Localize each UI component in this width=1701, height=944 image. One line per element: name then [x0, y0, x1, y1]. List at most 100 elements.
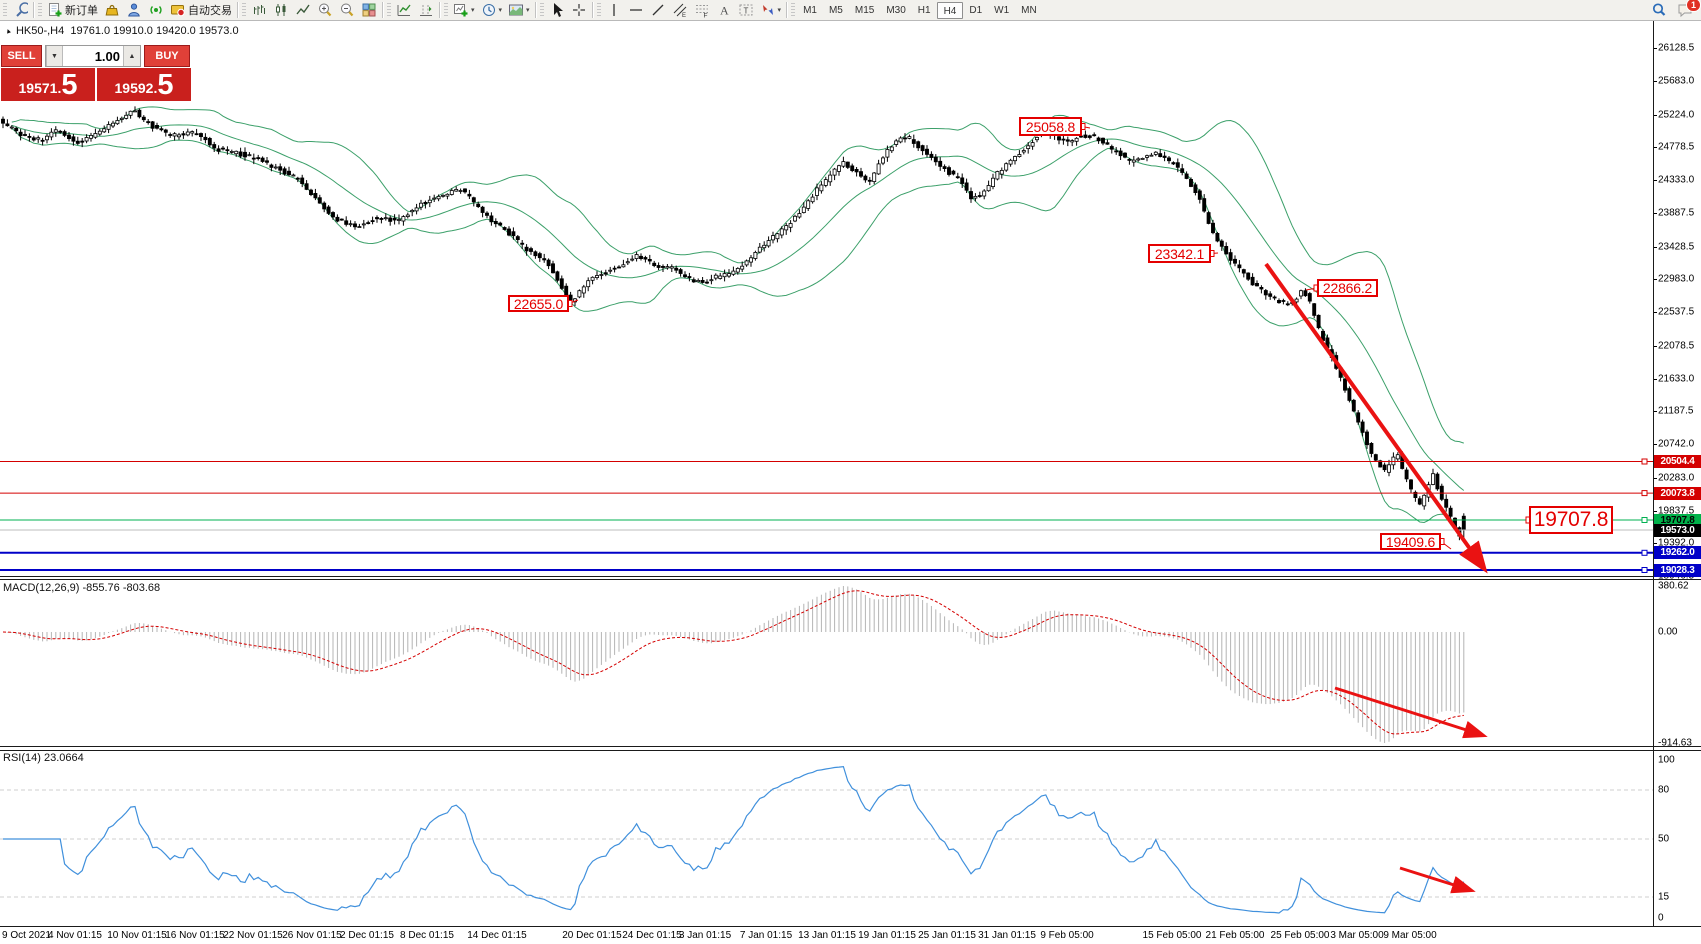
rsi-pane[interactable]	[0, 751, 1653, 926]
pane-splitter[interactable]	[0, 746, 1701, 747]
macd-pane[interactable]	[0, 580, 1653, 746]
buy-button[interactable]: BUY	[144, 45, 190, 67]
equidistant-channel-button[interactable]: E	[669, 1, 691, 20]
sell-price[interactable]: 19571. 5	[1, 68, 95, 101]
toolbar-separator	[535, 2, 536, 18]
search-button[interactable]	[1648, 1, 1670, 20]
profiles-button[interactable]: ▾	[478, 1, 506, 20]
price-axis-label: 25224.0	[1658, 109, 1694, 120]
rsi-label: RSI(14) 23.0664	[3, 752, 84, 764]
time-axis-label: 16 Nov 01:15	[165, 930, 225, 941]
price-axis-label: 23428.5	[1658, 241, 1694, 252]
toolbar-grip[interactable]	[38, 3, 42, 18]
channel-icon: E	[672, 2, 688, 18]
cursor-tool-button[interactable]	[546, 1, 568, 20]
toolbar-grip[interactable]	[242, 3, 246, 18]
timeframe-h1-button[interactable]: H1	[912, 2, 937, 19]
alerts-icon	[148, 2, 164, 18]
zoom-out-button[interactable]	[336, 1, 358, 20]
toolbar-separator	[382, 2, 383, 18]
timeframe-h4-button[interactable]: H4	[937, 2, 964, 19]
tile-windows-icon	[361, 2, 377, 18]
toolbar-grip[interactable]	[791, 3, 795, 18]
time-axis-label: 9 Mar 05:00	[1383, 930, 1436, 941]
price-annotation[interactable]: 19409.6	[1380, 533, 1441, 550]
rsi-axis-label: 80	[1658, 785, 1669, 796]
toolbar-grip[interactable]	[444, 3, 448, 18]
toolbar-separator	[237, 2, 238, 18]
time-axis-label: 3 Jan 01:15	[679, 930, 731, 941]
horizontal-line-button[interactable]	[625, 1, 647, 20]
indicators-window-button[interactable]	[393, 1, 415, 20]
price-annotation[interactable]: 23342.1	[1148, 244, 1211, 263]
toolbar-button-label: 自动交易	[188, 2, 232, 18]
toolbar-grip[interactable]	[387, 3, 391, 18]
toolbar-grip[interactable]	[3, 3, 7, 18]
crosshair-tool-button[interactable]	[568, 1, 590, 20]
magnifier-partial-icon[interactable]	[9, 1, 31, 20]
sell-button[interactable]: SELL	[1, 45, 42, 67]
price-annotation[interactable]: 22655.0	[508, 295, 569, 312]
alerts-button[interactable]	[145, 1, 167, 20]
timeframe-w1-button[interactable]: W1	[988, 2, 1015, 19]
timeframe-m5-button[interactable]: M5	[823, 2, 849, 19]
bar-chart-button[interactable]	[248, 1, 270, 20]
macd-axis-label: 0.00	[1658, 627, 1677, 638]
price-annotation[interactable]: 25058.8	[1019, 117, 1082, 136]
price-annotation[interactable]: 22866.2	[1317, 279, 1378, 297]
period-separators-button[interactable]	[415, 1, 437, 20]
price-axis-line[interactable]	[1653, 21, 1654, 926]
volume-input[interactable]	[63, 46, 123, 66]
pane-splitter[interactable]	[0, 576, 1701, 577]
chevron-down-icon: ▾	[526, 7, 530, 14]
chart-title: ▲ HK50-,H4 19761.0 19910.0 19420.0 19573…	[5, 25, 239, 37]
svg-text:F: F	[703, 13, 707, 19]
time-axis-label: 3 Mar 05:00	[1330, 930, 1383, 941]
chat-button[interactable]: 1	[1674, 1, 1696, 20]
new-order-button[interactable]: 新订单	[44, 1, 101, 20]
main-chart-pane[interactable]	[0, 21, 1653, 576]
fibonacci-icon: F	[694, 2, 710, 18]
timeframe-m1-button[interactable]: M1	[797, 2, 823, 19]
arrows-icon	[760, 2, 776, 18]
timeframe-d1-button[interactable]: D1	[963, 2, 988, 19]
timeframe-m30-button[interactable]: M30	[880, 2, 911, 19]
mt4-window: 新订单自动交易▾▾▾EFAT▾M1M5M15M30H1H4D1W1MN1 ▲ H…	[0, 0, 1701, 944]
timeframe-m15-button[interactable]: M15	[849, 2, 880, 19]
auto-trading-button[interactable]: 自动交易	[167, 1, 235, 20]
volume-decrease-button[interactable]: ▼	[46, 46, 63, 66]
timeframe-mn-button[interactable]: MN	[1015, 2, 1043, 19]
toolbar-grip[interactable]	[540, 3, 544, 18]
horizontal-line-icon	[628, 2, 644, 18]
market-watch-button[interactable]	[123, 1, 145, 20]
toolbar-grip[interactable]	[597, 3, 601, 18]
fibonacci-button[interactable]: F	[691, 1, 713, 20]
text-label-button[interactable]: T	[735, 1, 757, 20]
new-chart-button[interactable]: ▾	[450, 1, 478, 20]
price-badge: 20504.4	[1654, 455, 1701, 468]
price-axis-label: 22537.5	[1658, 307, 1694, 318]
time-axis-label: 22 Nov 01:15	[223, 930, 283, 941]
line-chart-button[interactable]	[292, 1, 314, 20]
templates-button[interactable]: ▾	[505, 1, 533, 20]
candlestick-chart-icon	[273, 2, 289, 18]
candlestick-chart-button[interactable]	[270, 1, 292, 20]
history-center-icon	[104, 2, 120, 18]
time-axis-label: 4 Nov 01:15	[48, 930, 102, 941]
zoom-in-button[interactable]	[314, 1, 336, 20]
history-center-button[interactable]	[101, 1, 123, 20]
arrows-button[interactable]: ▾	[757, 1, 785, 20]
rsi-axis-label: 50	[1658, 834, 1669, 845]
tile-windows-button[interactable]	[358, 1, 380, 20]
price-annotation[interactable]: 19707.8	[1529, 506, 1613, 534]
price-axis-label: 22078.5	[1658, 340, 1694, 351]
price-axis-label: 21187.5	[1658, 406, 1693, 417]
vertical-line-button[interactable]	[603, 1, 625, 20]
text-icon: A	[716, 2, 732, 18]
buy-price[interactable]: 19592. 5	[97, 68, 191, 101]
text-button[interactable]: A	[713, 1, 735, 20]
time-axis-label: 8 Dec 01:15	[400, 930, 454, 941]
time-axis-label: 2 Dec 01:15	[340, 930, 394, 941]
volume-increase-button[interactable]: ▲	[123, 46, 140, 66]
trendline-button[interactable]	[647, 1, 669, 20]
